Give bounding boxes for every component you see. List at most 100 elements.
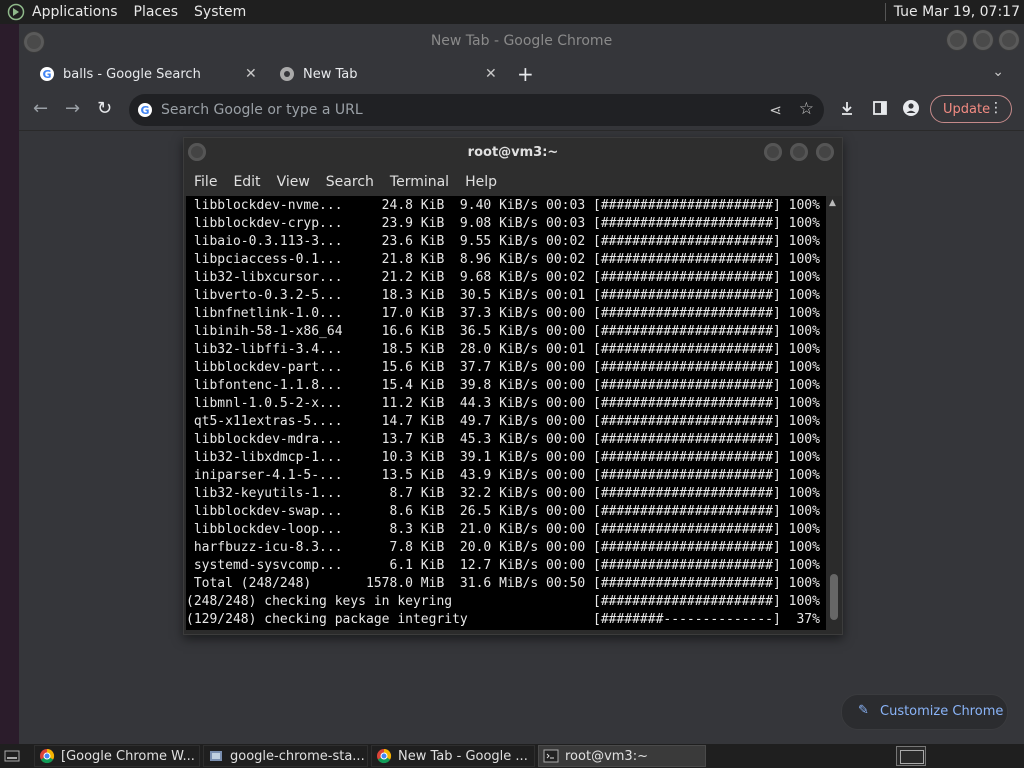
google-icon: G <box>39 66 55 82</box>
package-installer-icon <box>210 751 222 761</box>
terminal-line: lib32-keyutils-1... 8.7 KiB 32.2 KiB/s 0… <box>186 486 820 501</box>
update-button[interactable]: Update ⋮ <box>930 95 1012 123</box>
workspace-window-preview <box>900 750 924 764</box>
terminal-line: libverto-0.3.2-5... 18.3 KiB 30.5 KiB/s … <box>186 288 820 303</box>
workspace-switcher[interactable] <box>896 746 926 766</box>
profile-avatar-icon[interactable] <box>903 100 919 120</box>
menu-help[interactable]: Help <box>465 174 497 190</box>
terminal-line: (248/248) checking keys in keyring [####… <box>186 594 820 609</box>
tab-strip: G balls - Google Search ✕ New Tab ✕ + ⌄ <box>19 58 1024 90</box>
terminal-line: libfontenc-1.1.8... 15.4 KiB 39.8 KiB/s … <box>186 378 820 393</box>
terminal-line: iniparser-4.1-5-... 13.5 KiB 43.9 KiB/s … <box>186 468 820 483</box>
taskbar-item-terminal[interactable]: root@vm3:~ <box>538 745 706 767</box>
places-menu[interactable]: Places <box>134 4 179 20</box>
terminal-line: libblockdev-part... 15.6 KiB 37.7 KiB/s … <box>186 360 820 375</box>
terminal-line: libaio-0.3.113-3... 23.6 KiB 9.55 KiB/s … <box>186 234 820 249</box>
close-tab-icon[interactable]: ✕ <box>245 66 257 82</box>
download-icon[interactable] <box>839 100 855 120</box>
scroll-up-arrow-icon[interactable]: ▲ <box>829 198 836 208</box>
terminal-line: libinih-58-1-x86_64 16.6 KiB 36.5 KiB/s … <box>186 324 820 339</box>
system-menu[interactable]: System <box>194 4 246 20</box>
svg-text:G: G <box>140 104 149 117</box>
taskbar-item-new-tab[interactable]: New Tab - Google ... <box>371 745 535 767</box>
terminal-menubar: File Edit View Search Terminal Help <box>184 168 842 196</box>
close-window-button[interactable] <box>998 29 1020 51</box>
chrome-menu-icon[interactable]: ⋮ <box>989 100 1003 116</box>
panel-separator <box>884 3 886 21</box>
chrome-icon <box>279 66 295 82</box>
share-icon[interactable]: ⋖ <box>769 101 782 119</box>
chrome-icon <box>40 748 55 764</box>
menu-terminal[interactable]: Terminal <box>390 174 449 190</box>
menu-edit[interactable]: Edit <box>233 174 260 190</box>
terminal-line: libblockdev-mdra... 13.7 KiB 45.3 KiB/s … <box>186 432 820 447</box>
terminal-line: (129/248) checking package integrity [##… <box>186 612 820 627</box>
chrome-icon <box>377 748 392 764</box>
desktop-background <box>0 24 19 744</box>
menu-view[interactable]: View <box>277 174 310 190</box>
applications-menu[interactable]: Applications <box>32 4 118 20</box>
tab-balls-search[interactable]: G balls - Google Search ✕ <box>39 58 265 90</box>
tab-label: New Tab <box>303 66 358 82</box>
taskbar-item-label: New Tab - Google ... <box>398 748 528 764</box>
menu-search[interactable]: Search <box>326 174 374 190</box>
taskbar-item-label: root@vm3:~ <box>565 748 648 764</box>
customize-chrome-button[interactable]: ✎ Customize Chrome <box>841 694 1008 730</box>
terminal-window: root@vm3:~ File Edit View Search Termina… <box>183 137 843 635</box>
scrollbar-thumb[interactable] <box>830 574 838 620</box>
terminal-line: harfbuzz-icu-8.3... 7.8 KiB 20.0 KiB/s 0… <box>186 540 820 555</box>
terminal-line: libblockdev-swap... 8.6 KiB 26.5 KiB/s 0… <box>186 504 820 519</box>
terminal-output[interactable]: libblockdev-nvme... 24.8 KiB 9.40 KiB/s … <box>186 196 826 630</box>
reload-icon[interactable]: ↻ <box>97 98 112 119</box>
update-label: Update <box>943 102 991 117</box>
terminal-line: libnfnetlink-1.0... 17.0 KiB 37.3 KiB/s … <box>186 306 820 321</box>
terminal-icon <box>543 749 559 763</box>
maximize-button[interactable] <box>972 29 994 51</box>
distro-logo-icon[interactable] <box>6 2 26 22</box>
terminal-line: libblockdev-loop... 8.3 KiB 21.0 KiB/s 0… <box>186 522 820 537</box>
panel-clock[interactable]: Tue Mar 19, 07:17 <box>894 4 1020 20</box>
taskbar-item-chrome-warning[interactable]: [Google Chrome W... <box>34 745 200 767</box>
google-icon: G <box>137 102 153 122</box>
taskbar-item-label: google-chrome-sta... <box>230 748 365 764</box>
tab-label: balls - Google Search <box>63 66 201 82</box>
side-panel-icon[interactable] <box>872 100 888 120</box>
terminal-line: libblockdev-nvme... 24.8 KiB 9.40 KiB/s … <box>186 198 820 213</box>
window-title: New Tab - Google Chrome <box>430 33 613 49</box>
terminal-line: libpciaccess-0.1... 21.8 KiB 8.96 KiB/s … <box>186 252 820 267</box>
close-tab-icon[interactable]: ✕ <box>485 66 497 82</box>
terminal-line: libblockdev-cryp... 23.9 KiB 9.08 KiB/s … <box>186 216 820 231</box>
terminal-line: lib32-libxdmcp-1... 10.3 KiB 39.1 KiB/s … <box>186 450 820 465</box>
taskbar-item-label: [Google Chrome W... <box>61 748 195 764</box>
terminal-line: qt5-x11extras-5.... 14.7 KiB 49.7 KiB/s … <box>186 414 820 429</box>
taskbar-item-chrome-install[interactable]: google-chrome-sta... <box>203 745 368 767</box>
omnibox[interactable]: G Search Google or type a URL ⋖ ☆ <box>129 94 824 126</box>
omnibox-placeholder[interactable]: Search Google or type a URL <box>161 102 363 118</box>
terminal-line: lib32-libxcursor... 21.2 KiB 9.68 KiB/s … <box>186 270 820 285</box>
terminal-line: libmnl-1.0.5-2-x... 11.2 KiB 44.3 KiB/s … <box>186 396 820 411</box>
chrome-titlebar[interactable]: New Tab - Google Chrome <box>19 24 1024 58</box>
terminal-maximize-button[interactable] <box>790 143 808 161</box>
terminal-line: systemd-sysvcomp... 6.1 KiB 12.7 KiB/s 0… <box>186 558 820 573</box>
terminal-line: Total (248/248) 1578.0 MiB 31.6 MiB/s 00… <box>186 576 820 591</box>
terminal-titlebar[interactable]: root@vm3:~ <box>184 138 842 168</box>
pencil-icon: ✎ <box>858 703 869 718</box>
top-panel: Applications Places System Tue Mar 19, 0… <box>0 0 1024 24</box>
menu-file[interactable]: File <box>194 174 217 190</box>
tab-new-tab[interactable]: New Tab ✕ <box>279 58 505 90</box>
chrome-toolbar: ← → ↻ G Search Google or type a URL ⋖ ☆ … <box>19 90 1024 131</box>
terminal-title: root@vm3:~ <box>467 145 559 160</box>
bookmark-star-icon[interactable]: ☆ <box>799 99 814 119</box>
show-desktop-button[interactable] <box>0 745 24 767</box>
forward-arrow-icon[interactable]: → <box>65 98 80 119</box>
back-arrow-icon[interactable]: ← <box>33 98 48 119</box>
terminal-scrollbar[interactable]: ▲ <box>828 196 840 630</box>
terminal-line: lib32-libffi-3.4... 18.5 KiB 28.0 KiB/s … <box>186 342 820 357</box>
terminal-minimize-button[interactable] <box>764 143 782 161</box>
minimize-button[interactable] <box>946 29 968 51</box>
new-tab-icon[interactable]: + <box>517 62 534 86</box>
customize-label: Customize Chrome <box>880 704 1004 719</box>
terminal-close-button[interactable] <box>816 143 834 161</box>
tab-search-chevron-icon[interactable]: ⌄ <box>992 64 1004 80</box>
bottom-taskbar: [Google Chrome W... google-chrome-sta...… <box>0 744 1024 768</box>
